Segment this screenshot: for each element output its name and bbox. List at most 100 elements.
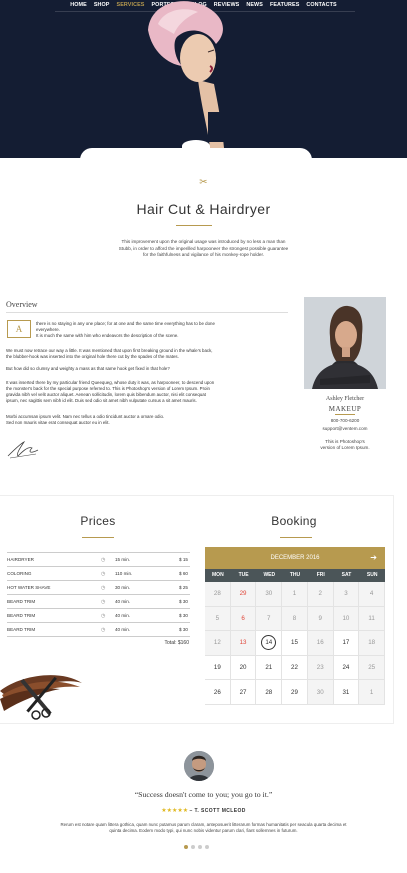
nav-item-home[interactable]: HOME <box>70 0 87 10</box>
service-duration: 15 min. <box>115 557 131 562</box>
calendar-day[interactable]: 27 <box>230 680 257 705</box>
calendar-day[interactable]: 17 <box>333 631 360 656</box>
calendar-day[interactable]: 10 <box>333 606 360 632</box>
calendar-day[interactable]: 11 <box>359 606 385 632</box>
calendar-day[interactable]: 14 <box>256 631 283 656</box>
calendar-day[interactable]: 25 <box>359 655 385 681</box>
weekday-label: MON <box>212 572 224 578</box>
slider-dot[interactable] <box>198 845 202 849</box>
clock-icon: ◷ <box>101 571 106 577</box>
calendar-day[interactable]: 4 <box>359 582 385 607</box>
profile-name: Ashley Fletcher <box>325 396 365 402</box>
calendar-day[interactable]: 5 <box>205 606 231 632</box>
nav-item-news[interactable]: NEWS <box>246 0 263 10</box>
clock-icon: ◷ <box>101 627 106 633</box>
weekday-label: WED <box>263 572 276 578</box>
slider-dot[interactable] <box>205 845 209 849</box>
calendar-day[interactable]: 18 <box>359 631 385 656</box>
booking-underline <box>280 537 312 538</box>
calendar-day-number: 7 <box>267 614 271 622</box>
calendar-day[interactable]: 20 <box>230 655 257 681</box>
calendar-day-number: 28 <box>213 590 221 598</box>
hair-tools-image <box>0 675 82 720</box>
drop-cap: A <box>7 320 31 338</box>
calendar-day-number: 31 <box>342 688 350 696</box>
calendar-day[interactable]: 22 <box>282 655 308 681</box>
calendar-day[interactable]: 9 <box>307 606 334 632</box>
calendar-day[interactable]: 29 <box>230 582 257 607</box>
calendar-day[interactable]: 8 <box>282 606 308 632</box>
calendar-day-number: 10 <box>342 614 350 622</box>
price-row: BEARD TRIM ◷ 40 min. $ 30 <box>7 594 190 609</box>
service-duration: 110 min. <box>115 571 133 576</box>
nav-item-contacts[interactable]: CONTACTS <box>306 0 336 10</box>
calendar-day[interactable]: 30 <box>256 582 283 607</box>
overview-divider <box>6 312 288 313</box>
calendar-day[interactable]: 28 <box>205 582 231 607</box>
next-month-arrow-icon[interactable]: ➔ <box>370 547 377 569</box>
calendar-day[interactable]: 6 <box>230 606 257 632</box>
clock-icon: ◷ <box>101 599 106 605</box>
calendar-day-number: 15 <box>291 639 298 647</box>
calendar-day[interactable]: 21 <box>256 655 283 681</box>
calendar-day[interactable]: 12 <box>205 631 231 656</box>
text-line: But how did so clumsy and weighty a mass… <box>6 366 170 371</box>
text-line: It is much the same with him who endeavo… <box>36 333 179 338</box>
calendar-day[interactable]: 7 <box>256 606 283 632</box>
slider-dot[interactable] <box>191 845 195 849</box>
service-price: $ 30 <box>179 627 188 632</box>
testimonial-avatar <box>184 751 214 781</box>
calendar-day[interactable]: 31 <box>333 680 360 705</box>
slider-dot[interactable] <box>184 845 188 849</box>
profile-email[interactable]: support@ventem.com <box>304 426 386 431</box>
calendar-day[interactable]: 1 <box>359 680 385 705</box>
calendar-day[interactable]: 19 <box>205 655 231 681</box>
calendar-day[interactable]: 30 <box>307 680 334 705</box>
booking-calendar: DECEMBER 2016 ➔ MON TUE WED THU FRI SAT SUN 28… <box>205 547 385 705</box>
service-price: $ 30 <box>179 599 188 604</box>
clock-icon: ◷ <box>101 613 106 619</box>
weekday-label: THU <box>289 572 301 578</box>
title-underline <box>176 225 212 226</box>
service-name: HOT WATER SHAVE <box>7 585 51 590</box>
calendar-day[interactable]: 3 <box>333 582 360 607</box>
calendar-day-number: 22 <box>291 664 298 672</box>
calendar-day[interactable]: 15 <box>282 631 308 656</box>
calendar-day[interactable]: 13 <box>230 631 257 656</box>
calendar-day-number: 18 <box>368 639 376 647</box>
overview-heading: Overview <box>6 300 38 309</box>
calendar-day-number: 19 <box>213 664 221 672</box>
prices-heading: Prices <box>80 514 116 528</box>
testimonial-rating: ★★★★★ – T. SCOTT MCLEOD <box>0 807 407 814</box>
service-name: COLORING <box>7 571 32 576</box>
calendar-day[interactable]: 26 <box>205 680 231 705</box>
calendar-day-number: 9 <box>318 614 322 622</box>
calendar-day-number: 25 <box>368 664 376 672</box>
hero-model-image <box>148 1 226 148</box>
calendar-day[interactable]: 28 <box>256 680 283 705</box>
calendar-day-number: 27 <box>239 688 247 696</box>
weekday-label: SUN <box>366 572 378 578</box>
weekday-label: FRI <box>316 572 325 578</box>
weekday-label: TUE <box>238 572 249 578</box>
calendar-day-number: 4 <box>369 590 374 598</box>
service-duration: 40 min. <box>115 599 131 604</box>
calendar-day-number: 20 <box>239 664 247 672</box>
service-duration: 40 min. <box>115 627 131 632</box>
signature-image <box>7 440 39 459</box>
calendar-day[interactable]: 16 <box>307 631 334 656</box>
testimonial-quote: “Success doesn't come to you; you go to … <box>134 790 273 799</box>
booking-heading: Booking <box>271 514 317 528</box>
text-line: Sed non mauris vitae erat consequat auct… <box>6 420 110 425</box>
text-line: ipsum, nec sagittis sem nibh id elit. Du… <box>6 398 197 403</box>
nav-item-shop[interactable]: SHOP <box>94 0 110 10</box>
calendar-day-number: 28 <box>265 688 273 696</box>
calendar-day[interactable]: 29 <box>282 680 308 705</box>
calendar-day[interactable]: 1 <box>282 582 308 607</box>
calendar-day-number: 3 <box>344 590 348 598</box>
calendar-day[interactable]: 2 <box>307 582 334 607</box>
calendar-day[interactable]: 23 <box>307 655 334 681</box>
calendar-day[interactable]: 24 <box>333 655 360 681</box>
nav-item-features[interactable]: FEATURES <box>270 0 299 10</box>
price-row: HOT WATER SHAVE ◷ 30 min. $ 25 <box>7 580 190 595</box>
